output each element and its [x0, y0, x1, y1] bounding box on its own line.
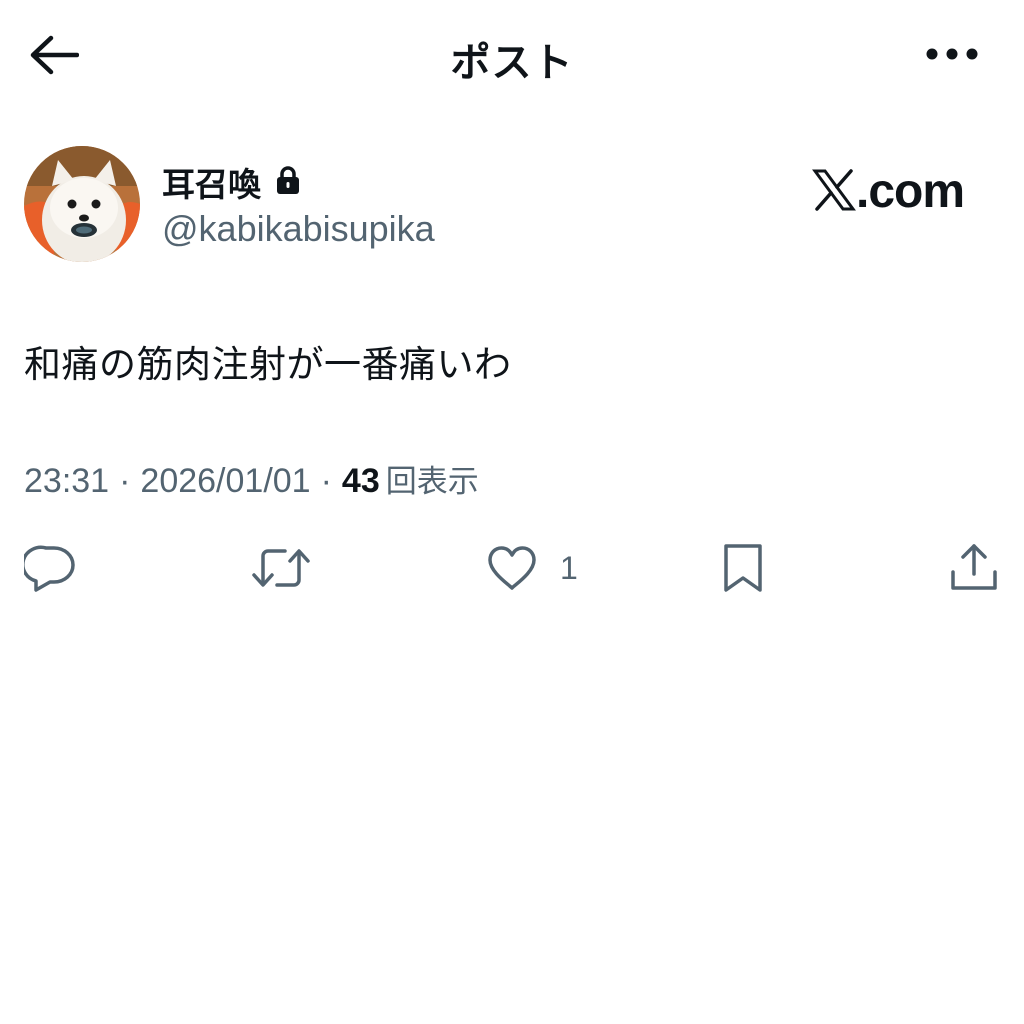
author-name-row[interactable]: 耳召喚 [162, 158, 301, 206]
lock-icon [275, 165, 301, 199]
bookmark-button[interactable] [722, 538, 766, 598]
like-button[interactable]: 1 [486, 538, 578, 598]
action-bar: 1 [0, 538, 1024, 598]
share-icon [948, 542, 1000, 594]
user-handle[interactable]: @kabikabisupika [162, 208, 435, 250]
views-label[interactable]: 回表示 [386, 456, 479, 501]
display-name[interactable]: 耳召喚 [162, 158, 261, 206]
share-button[interactable] [948, 538, 1000, 598]
post-meta: 23:31 · 2026/01/01 · 43 回表示 [24, 456, 479, 501]
heart-icon [486, 544, 538, 592]
page-title: ポスト [450, 40, 574, 86]
x-com-brand: .com [812, 164, 965, 219]
x-logo-icon [812, 168, 856, 216]
top-bar: ポスト [0, 0, 1024, 112]
meta-separator: · [119, 462, 131, 500]
meta-separator: · [320, 462, 332, 500]
views-count[interactable]: 43 [342, 462, 380, 501]
post-date[interactable]: 2026/01/01 [140, 462, 310, 501]
repost-button[interactable] [251, 538, 311, 598]
avatar[interactable] [24, 146, 140, 262]
more-button[interactable] [922, 40, 982, 70]
bookmark-icon [722, 542, 766, 594]
reply-button[interactable] [24, 538, 76, 598]
reply-icon [24, 542, 76, 594]
repost-icon [251, 542, 311, 594]
more-horizontal-icon [925, 46, 979, 65]
post-time[interactable]: 23:31 [24, 462, 109, 501]
brand-text: .com [856, 165, 965, 218]
like-count[interactable]: 1 [560, 550, 578, 587]
post-text: 和痛の筋肉注射が一番痛いわ [24, 343, 512, 386]
